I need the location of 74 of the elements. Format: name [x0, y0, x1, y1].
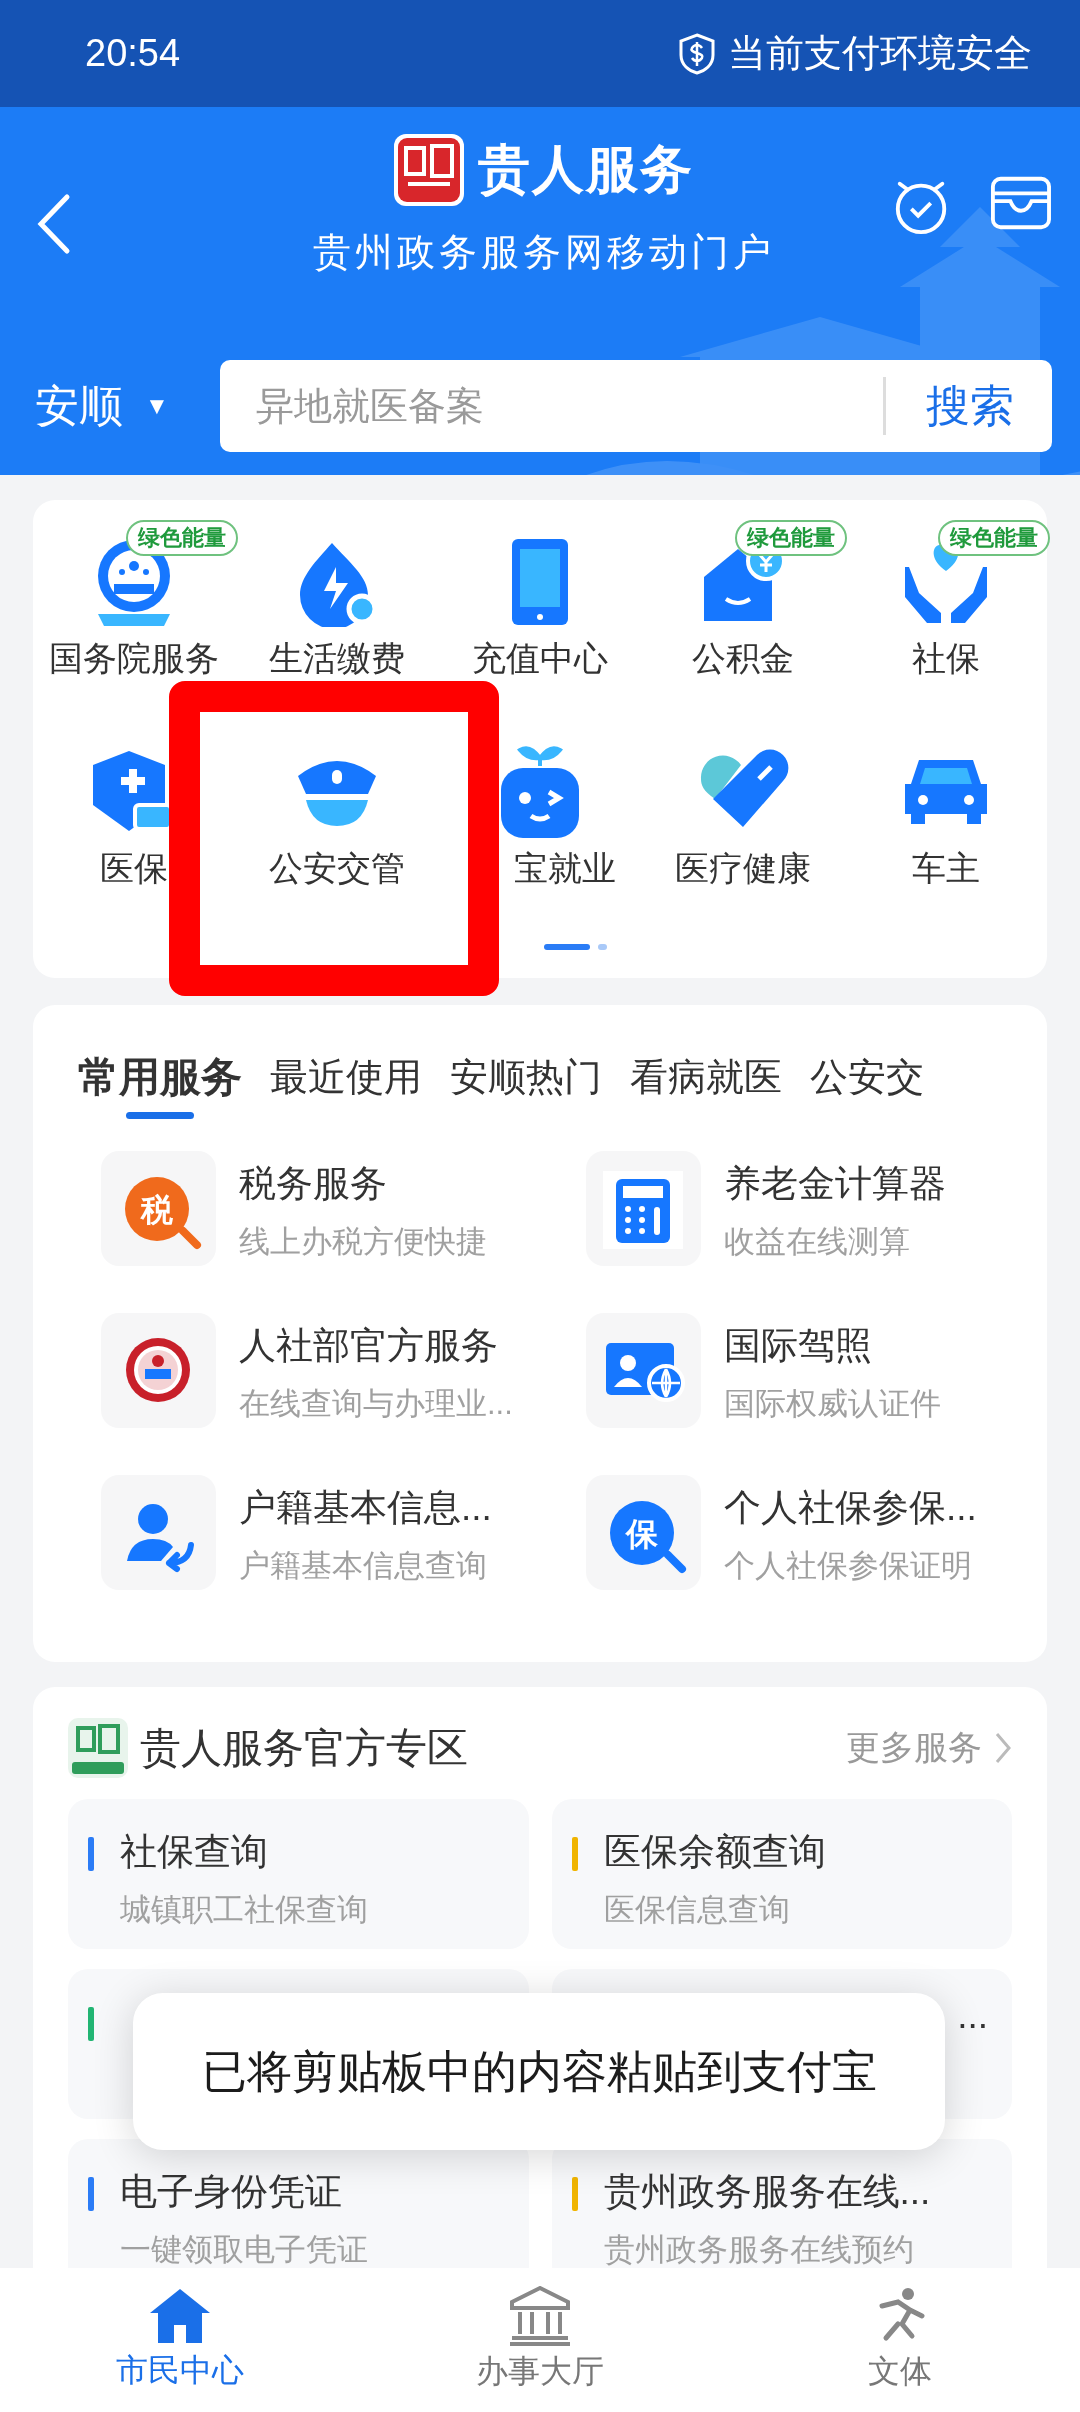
- portal-subtitle: 贵州政务服务网移动门户: [312, 229, 775, 276]
- zone-tile[interactable]: 社保查询 城镇职工社保查询: [68, 1799, 529, 1949]
- tablet-icon: [510, 537, 570, 627]
- service-tab[interactable]: 最近使用: [270, 1050, 422, 1119]
- magnifier-badge-icon: 税: [101, 1151, 216, 1266]
- service-item[interactable]: 养老金计算器 收益在线测算: [586, 1151, 1047, 1313]
- seal-emblem-icon: [101, 1313, 216, 1428]
- zone-title: 贵人服务官方专区: [140, 1723, 469, 1773]
- service-title: 个人社保参保...: [724, 1486, 977, 1530]
- seal-logo-icon: [393, 134, 464, 206]
- service-tab[interactable]: 看病就医: [630, 1050, 782, 1119]
- service-item[interactable]: 税 税务服务 线上办税方便快捷: [101, 1151, 586, 1313]
- id-card-globe-icon: [586, 1313, 701, 1428]
- zone-tile[interactable]: 医保余额查询 医保信息查询: [551, 1799, 1012, 1949]
- service-item[interactable]: 保 个人社保参保... 个人社保参保证明: [586, 1475, 1047, 1637]
- clipboard-toast: 已将剪贴板中的内容粘贴到支付宝: [133, 1993, 945, 2150]
- tile-subtitle: 医保信息查询: [603, 1891, 791, 1929]
- magnifier-badge-icon: 保: [586, 1475, 701, 1590]
- energy-badge: 绿色能量: [734, 520, 847, 556]
- nav-tab[interactable]: 办事大厅: [360, 2268, 720, 2412]
- security-status: 当前支付环境安全: [728, 31, 1032, 76]
- service-tab[interactable]: 常用服务: [78, 1050, 242, 1119]
- shield-dollar-icon: [678, 32, 716, 75]
- tile-title: 医保余额查询: [603, 1830, 827, 1874]
- shortcut-label[interactable]: 医疗健康: [674, 846, 811, 892]
- tile-subtitle: 一键领取电子凭证: [120, 2231, 369, 2268]
- energy-badge: 绿色能量: [126, 520, 239, 556]
- service-title: 养老金计算器: [724, 1162, 946, 1206]
- shortcut-label[interactable]: 生活缴费: [269, 636, 406, 682]
- shortcut-label[interactable]: 宝就业: [464, 846, 616, 892]
- service-tab[interactable]: 公安交: [810, 1050, 924, 1119]
- nav-tab[interactable]: 市民中心: [0, 2268, 360, 2412]
- service-subtitle: 户籍基本信息查询: [239, 1547, 488, 1585]
- service-subtitle: 国际权威认证件: [724, 1385, 941, 1423]
- city-selector[interactable]: 安顺 ▼: [35, 376, 220, 436]
- service-subtitle: 线上办税方便快捷: [239, 1223, 487, 1261]
- seal-logo-icon: [68, 1718, 128, 1778]
- tile-title: 贵州政务服务在线...: [603, 2170, 932, 2214]
- service-title: 税务服务: [239, 1162, 388, 1206]
- bank-icon: [508, 2286, 572, 2346]
- home-icon: [148, 2287, 212, 2345]
- tile-subtitle: 城镇职工社保查询: [120, 1891, 369, 1929]
- zone-tile[interactable]: 贵州政务服务在线... 贵州政务服务在线预约: [551, 2139, 1012, 2268]
- service-item[interactable]: 人社部官方服务 在线查询与办理业...: [101, 1313, 586, 1475]
- tile-subtitle: 贵州政务服务在线预约: [603, 2231, 915, 2268]
- service-subtitle: 收益在线测算: [724, 1223, 911, 1261]
- tile-title: 电子身份凭证: [120, 2170, 343, 2214]
- service-title: 国际驾照: [724, 1324, 873, 1368]
- service-tab[interactable]: 安顺热门: [450, 1050, 602, 1119]
- zone-tile[interactable]: 电子身份凭证 一键领取电子凭证: [68, 2139, 529, 2268]
- shortcut-label[interactable]: 公积金: [691, 636, 794, 682]
- shortcut-label[interactable]: 国务院服务: [49, 636, 220, 682]
- energy-badge: 绿色能量: [937, 520, 1050, 556]
- chevron-right-icon: [994, 1731, 1012, 1765]
- service-subtitle: 个人社保参保证明: [724, 1547, 973, 1585]
- service-item[interactable]: 国际驾照 国际权威认证件: [586, 1313, 1047, 1475]
- service-title: 人社部官方服务: [239, 1324, 499, 1368]
- shortcut-label[interactable]: 社保: [911, 636, 980, 682]
- status-time: 20:54: [85, 32, 181, 75]
- app-name: 贵人服务: [477, 139, 694, 200]
- shortcut-label[interactable]: 充值中心: [472, 636, 608, 682]
- service-item[interactable]: 户籍基本信息... 户籍基本信息查询: [101, 1475, 586, 1637]
- shortcut-label[interactable]: 医保: [100, 846, 169, 892]
- card-holder-icon[interactable]: [990, 175, 1052, 231]
- service-subtitle: 在线查询与办理业...: [239, 1385, 513, 1423]
- nav-tab[interactable]: 文体: [720, 2268, 1080, 2412]
- search-field[interactable]: 异地就医备案 搜索: [220, 360, 1052, 452]
- tile-title: 社保查询: [120, 1830, 269, 1874]
- service-title: 户籍基本信息...: [239, 1486, 492, 1530]
- shortcut-label[interactable]: 车主: [911, 846, 980, 892]
- back-icon[interactable]: [35, 193, 71, 255]
- shortcut-label[interactable]: 公安交管: [269, 846, 406, 892]
- calculator-icon: [586, 1151, 701, 1266]
- tile-title: ...: [957, 1995, 988, 2037]
